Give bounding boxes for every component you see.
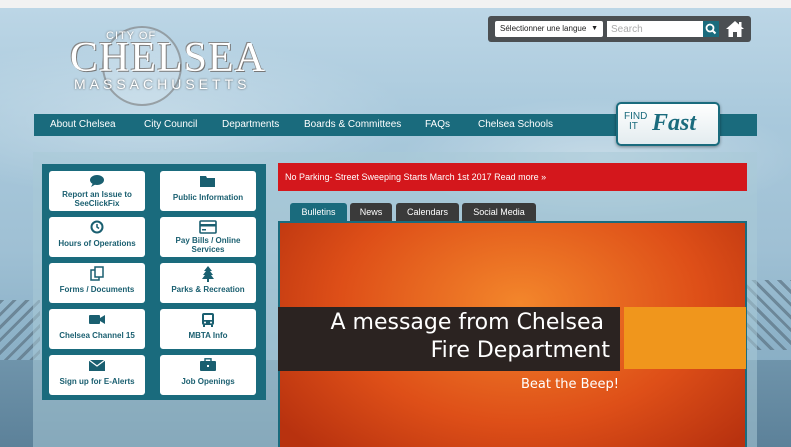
tile-label: Hours of Operations <box>58 239 136 248</box>
tree-icon <box>160 266 256 282</box>
home-button[interactable] <box>725 19 745 39</box>
tile-label: Forms / Documents <box>59 285 135 294</box>
tile-mbta-info[interactable]: MBTA Info <box>160 309 256 349</box>
nav-item-departments[interactable]: Departments <box>222 114 279 136</box>
fif-it-text: IT <box>629 121 638 132</box>
alert-banner[interactable]: No Parking- Street Sweeping Starts March… <box>278 163 747 191</box>
home-icon <box>726 21 744 37</box>
briefcase-icon <box>160 358 256 374</box>
speech-bubble-icon <box>49 174 145 190</box>
bus-icon <box>160 312 256 328</box>
credit-card-icon <box>160 220 256 236</box>
search-input[interactable] <box>607 21 703 37</box>
city-logo[interactable]: CITY OF CHELSEA MASSACHUSETTS <box>70 26 265 106</box>
video-camera-icon <box>49 312 145 328</box>
find-it-fast-button[interactable]: FIND IT Fast <box>616 102 720 146</box>
quick-links-grid: Report an Issue to SeeClickFix Public In… <box>42 164 266 400</box>
nav-item-chelsea-schools[interactable]: Chelsea Schools <box>478 114 553 136</box>
language-select-label: Sélectionner une langue <box>500 24 587 33</box>
tile-label: Pay Bills / Online Services <box>175 236 241 254</box>
tile-parks-recreation[interactable]: Parks & Recreation <box>160 263 256 303</box>
logo-name-text: CHELSEA <box>70 35 266 81</box>
nav-item-city-council[interactable]: City Council <box>144 114 197 136</box>
feature-headline-banner: A message from Chelsea Fire Department <box>278 307 620 371</box>
tile-label: Sign up for E-Alerts <box>59 377 135 386</box>
documents-icon <box>49 266 145 282</box>
tile-hours-of-operations[interactable]: Hours of Operations <box>49 217 145 257</box>
folder-icon <box>160 174 256 190</box>
search-icon <box>705 23 717 35</box>
feature-subtext: Beat the Beep! <box>521 377 619 392</box>
feature-headline-line2: Fire Department <box>430 338 610 363</box>
search-button[interactable] <box>703 21 719 37</box>
tile-forms-documents[interactable]: Forms / Documents <box>49 263 145 303</box>
dropdown-arrow-icon: ▼ <box>591 25 598 32</box>
logo-state-text: MASSACHUSETTS <box>74 76 251 92</box>
tab-calendars[interactable]: Calendars <box>396 203 459 221</box>
tab-bulletins[interactable]: Bulletins <box>290 203 347 221</box>
language-select[interactable]: Sélectionner une langue ▼ <box>495 21 603 37</box>
tab-news[interactable]: News <box>350 203 392 221</box>
tile-report-issue[interactable]: Report an Issue to SeeClickFix <box>49 171 145 211</box>
tile-pay-bills[interactable]: Pay Bills / Online Services <box>160 217 256 257</box>
envelope-icon <box>49 358 145 374</box>
tile-sign-up-e-alerts[interactable]: Sign up for E-Alerts <box>49 355 145 395</box>
nav-item-about-chelsea[interactable]: About Chelsea <box>50 114 116 136</box>
tile-label: Report an Issue to SeeClickFix <box>62 190 132 208</box>
utility-bar: Sélectionner une langue ▼ <box>488 16 751 42</box>
nav-item-boards-committees[interactable]: Boards & Committees <box>304 114 401 136</box>
tab-social-media[interactable]: Social Media <box>462 203 536 221</box>
tile-label: Parks & Recreation <box>171 285 245 294</box>
tile-chelsea-channel-15[interactable]: Chelsea Channel 15 <box>49 309 145 349</box>
tile-label: MBTA Info <box>188 331 228 340</box>
tile-label: Job Openings <box>181 377 235 386</box>
tile-public-information[interactable]: Public Information <box>160 171 256 211</box>
feature-accent-block <box>624 307 746 369</box>
alert-text: No Parking- Street Sweeping Starts March… <box>285 172 547 182</box>
tile-label: Public Information <box>172 193 244 202</box>
feature-headline-line1: A message from Chelsea <box>330 310 604 335</box>
fif-fast-text: Fast <box>652 110 697 136</box>
tile-job-openings[interactable]: Job Openings <box>160 355 256 395</box>
nav-item-faqs[interactable]: FAQs <box>425 114 450 136</box>
clock-icon <box>49 220 145 236</box>
tile-label: Chelsea Channel 15 <box>59 331 135 340</box>
